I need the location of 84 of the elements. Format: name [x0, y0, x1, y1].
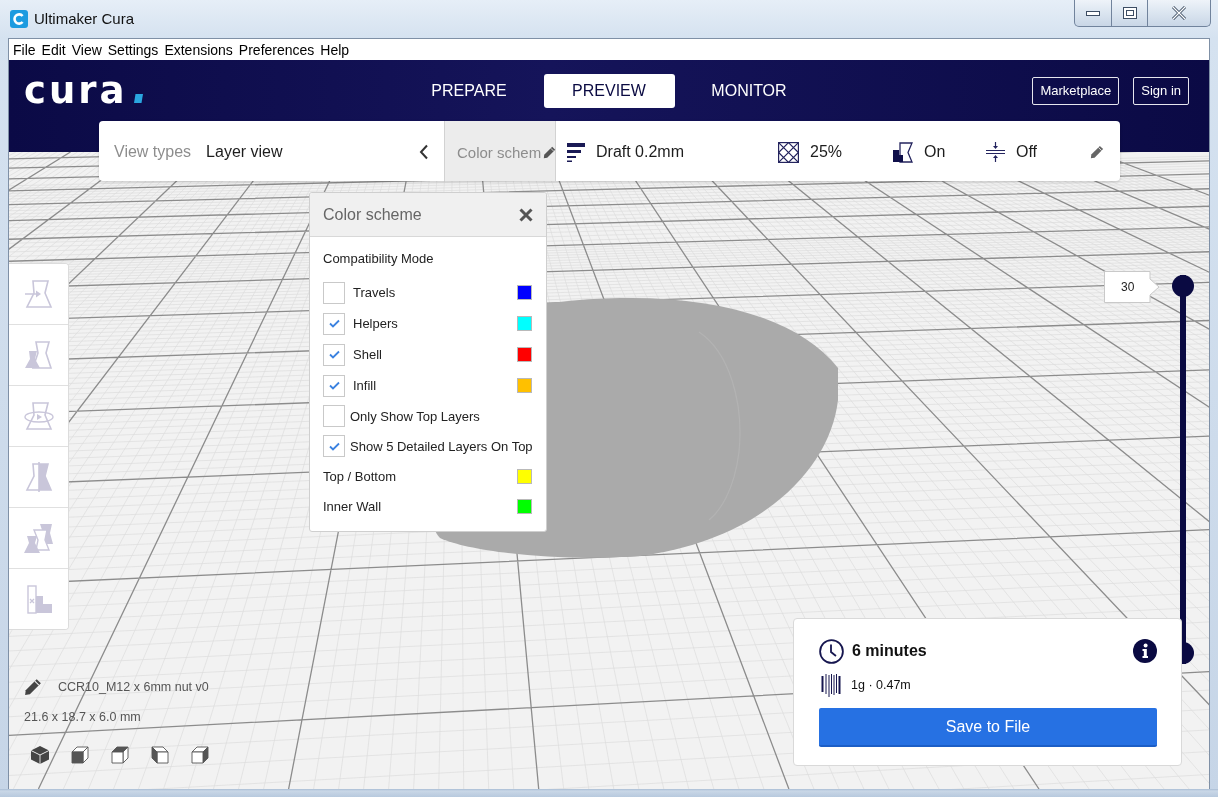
camera-view-button[interactable]	[30, 745, 50, 765]
view-types-label: View types	[114, 143, 192, 161]
app-icon	[10, 10, 28, 28]
maximize-button[interactable]	[1112, 0, 1148, 27]
cube-icon	[190, 745, 210, 765]
check-icon	[328, 319, 340, 328]
vase-orbit-icon	[22, 400, 55, 432]
option-label: Only Show Top Layers	[350, 408, 480, 424]
option-label: Show 5 Detailed Layers On Top	[350, 438, 533, 454]
slider-handle[interactable]	[1183, 642, 1194, 664]
close-icon	[519, 207, 533, 222]
setting-value: 25%	[810, 143, 843, 161]
panel-title: Color scheme	[323, 205, 422, 224]
check-icon	[328, 381, 340, 390]
slider-handle[interactable]	[1172, 275, 1194, 297]
header-button[interactable]: Marketplace	[1032, 76, 1120, 105]
checkbox[interactable]	[323, 374, 345, 397]
logo-text: cura	[24, 70, 128, 111]
profile-bars-icon	[567, 142, 585, 162]
pencil-icon	[543, 145, 557, 159]
close-icon	[1171, 6, 1187, 20]
layer-number-label: 30	[1104, 271, 1160, 303]
menu-item[interactable]: Help	[317, 39, 353, 60]
layer-type-label: Helpers	[353, 316, 398, 331]
menu-item[interactable]: Settings	[104, 39, 162, 60]
legend-label: Top / Bottom	[323, 468, 396, 484]
check-icon	[328, 441, 340, 451]
checkbox[interactable]	[323, 281, 345, 304]
pencil-icon	[1090, 145, 1104, 159]
vase-arrow-icon	[22, 278, 55, 310]
layer-type-label: Infill	[353, 378, 377, 393]
mode-label: Compatibility Mode	[323, 250, 434, 268]
menu-item[interactable]: Edit	[38, 39, 69, 60]
minimize-icon	[1086, 10, 1100, 16]
save-to-file-button[interactable]: Save to File	[819, 708, 1157, 747]
stage-tab[interactable]: PREPARE	[403, 73, 535, 108]
edit-settings-button[interactable]	[1090, 145, 1104, 159]
setting-value: On	[924, 143, 946, 161]
checkbox[interactable]	[323, 435, 345, 457]
menu-item[interactable]: Preferences	[235, 39, 318, 60]
camera-view-button[interactable]	[70, 745, 90, 765]
vase-pair-icon	[22, 339, 55, 371]
layer-slider-track[interactable]	[1172, 275, 1194, 664]
layer-type-label: Travels	[353, 285, 396, 300]
camera-view-button[interactable]	[110, 745, 130, 765]
close-button[interactable]	[519, 207, 533, 222]
stage-tab[interactable]: PREVIEW	[543, 73, 675, 108]
menu-item[interactable]: View	[68, 39, 105, 60]
print-time: 6 minutes	[852, 642, 927, 660]
cube-icon	[70, 745, 90, 765]
pencil-icon	[24, 678, 42, 696]
view-type-dropdown[interactable]: Layer view	[206, 132, 429, 172]
camera-view-button[interactable]	[150, 745, 170, 765]
minimize-button[interactable]	[1074, 0, 1112, 27]
menu-item[interactable]: Extensions	[161, 39, 236, 60]
vase-stack-icon	[22, 522, 55, 554]
object-name: CCR10_M12 x 6mm nut v0	[58, 680, 209, 694]
info-button[interactable]	[1133, 639, 1157, 663]
cube-icon	[150, 745, 170, 765]
compress-arrows-icon	[986, 142, 1005, 162]
check-icon	[328, 350, 340, 359]
support-steps-icon	[892, 141, 913, 163]
info-icon	[1133, 639, 1157, 663]
object-dimensions: 21.6 x 18.7 x 6.0 mm	[24, 710, 141, 724]
header-button[interactable]: Sign in	[1133, 76, 1189, 105]
crosshatch-square-icon	[778, 141, 799, 163]
cube-icon	[30, 745, 50, 765]
window-title: Ultimaker Cura	[34, 10, 135, 28]
maximize-icon	[1122, 7, 1137, 19]
profile-name: Draft 0.2mm	[596, 143, 684, 161]
stage-tab[interactable]: MONITOR	[683, 73, 815, 108]
layer-type-label: Shell	[353, 347, 382, 362]
menu-item[interactable]: File	[10, 39, 39, 60]
legend-label: Inner Wall	[323, 498, 382, 514]
chevron-left-icon	[419, 144, 429, 160]
checkbox[interactable]	[323, 405, 345, 427]
clock-icon	[819, 638, 844, 664]
material-usage: 1g · 0.47m	[851, 678, 911, 692]
checkbox[interactable]	[323, 343, 345, 366]
vertical-lines-icon	[821, 673, 841, 697]
checkbox[interactable]	[323, 312, 345, 335]
cube-icon	[110, 745, 130, 765]
camera-view-button[interactable]	[190, 745, 210, 765]
setting-value: Off	[1016, 143, 1038, 161]
